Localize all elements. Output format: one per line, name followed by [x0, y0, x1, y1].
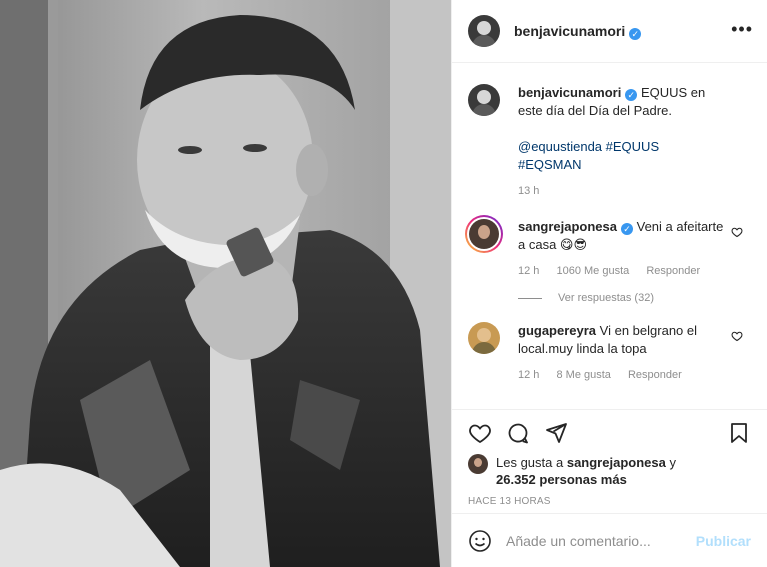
verified-badge-icon: ✓: [629, 27, 642, 40]
post-photo-illustration: [0, 0, 451, 567]
likes-summary-text: Les gusta a sangrejaponesa y 26.352 pers…: [496, 454, 676, 488]
comment-avatar: [469, 219, 499, 249]
liker-username[interactable]: sangrejaponesa: [567, 455, 666, 470]
comment-username[interactable]: gugapereyra: [518, 323, 596, 338]
save-bookmark-icon[interactable]: [727, 421, 751, 445]
likes-others-count[interactable]: 26.352 personas más: [496, 472, 627, 487]
caption: benjavicunamori ✓ EQUUS en este día del D…: [468, 84, 751, 198]
reply-button[interactable]: Responder: [646, 265, 700, 277]
comment-item: sangrejaponesa ✓ Veni a afeitarte a casa …: [465, 215, 751, 278]
comment-avatar[interactable]: [468, 322, 500, 354]
replies-divider-line: [518, 297, 542, 299]
caption-time[interactable]: 13 h: [518, 185, 539, 197]
view-replies-button[interactable]: Ver respuestas (32): [518, 292, 751, 304]
author-username-text[interactable]: benjavicunamori: [514, 23, 625, 39]
post-time-ago[interactable]: HACE 13 HORAS: [468, 496, 751, 507]
comments-list[interactable]: benjavicunamori ✓ EQUUS en este día del D…: [452, 64, 767, 409]
author-username[interactable]: benjavicunamori ✓: [514, 23, 642, 40]
comment-body: gugapereyra Vi en belgrano el local.muy …: [518, 322, 751, 382]
comment-likes[interactable]: 1060 Me gusta: [556, 265, 629, 277]
comment-body: sangrejaponesa ✓ Veni a afeitarte a casa …: [518, 218, 751, 278]
post-photo[interactable]: [0, 0, 451, 567]
caption-avatar[interactable]: [468, 84, 500, 116]
post-header: benjavicunamori ✓ •••: [452, 0, 767, 63]
comment-avatar-story-ring[interactable]: [465, 215, 503, 253]
caption-username[interactable]: benjavicunamori: [518, 85, 621, 100]
action-icons-row: [468, 418, 751, 448]
likes-connector: y: [669, 455, 676, 470]
publish-button[interactable]: Publicar: [696, 533, 751, 549]
more-options-icon[interactable]: •••: [731, 20, 753, 38]
comment-likes[interactable]: 8 Me gusta: [556, 369, 610, 381]
like-heart-icon[interactable]: [468, 421, 492, 445]
post-actions: Les gusta a sangrejaponesa y 26.352 pers…: [452, 409, 767, 513]
comment-bubble-icon[interactable]: [506, 421, 530, 445]
view-replies-label[interactable]: Ver respuestas (32): [558, 292, 654, 304]
add-comment-input[interactable]: [506, 532, 696, 549]
verified-badge-icon: ✓: [625, 89, 638, 101]
likes-prefix: Les gusta a: [496, 455, 564, 470]
comment-time[interactable]: 12 h: [518, 369, 539, 381]
liker-avatar[interactable]: [468, 454, 488, 474]
comment-username[interactable]: sangrejaponesa: [518, 219, 617, 234]
likes-summary: Les gusta a sangrejaponesa y 26.352 pers…: [468, 454, 751, 488]
post-sidebar: benjavicunamori ✓ ••• benjavicunamori ✓ EQ…: [451, 0, 767, 567]
add-comment-bar: Publicar: [452, 513, 767, 567]
emoji-smiley-icon[interactable]: [468, 529, 492, 553]
comment-meta: 12 h 8 Me gusta Responder: [518, 368, 725, 382]
caption-body: benjavicunamori ✓ EQUUS en este día del D…: [518, 84, 751, 198]
comment-item: gugapereyra Vi en belgrano el local.muy …: [468, 322, 751, 382]
caption-tags[interactable]: @equustienda #EQUUS #EQSMAN: [518, 138, 725, 174]
like-comment-heart-icon[interactable]: [731, 330, 743, 342]
author-avatar[interactable]: [468, 15, 500, 47]
caption-meta: 13 h: [518, 184, 725, 198]
comment-time[interactable]: 12 h: [518, 265, 539, 277]
like-comment-heart-icon[interactable]: [731, 226, 743, 238]
verified-badge-icon: ✓: [621, 223, 633, 235]
comment-meta: 12 h 1060 Me gusta Responder: [518, 264, 725, 278]
share-paper-plane-icon[interactable]: [544, 421, 568, 445]
reply-button[interactable]: Responder: [628, 369, 682, 381]
